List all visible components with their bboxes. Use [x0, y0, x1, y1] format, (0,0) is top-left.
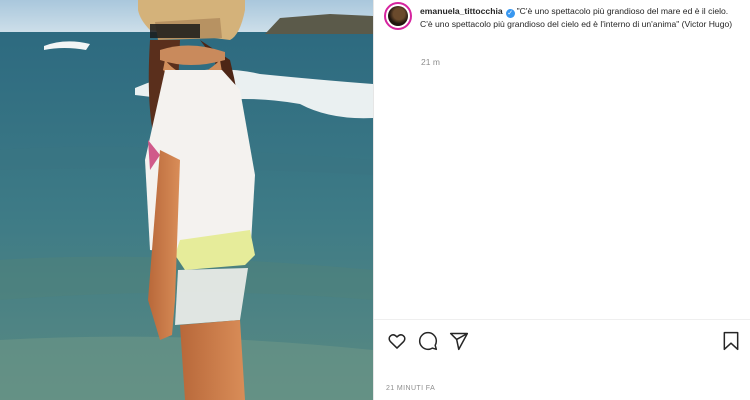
- avatar[interactable]: [384, 2, 412, 30]
- heart-icon: [388, 334, 406, 349]
- avatar-image: [388, 6, 408, 26]
- paper-plane-icon: [449, 332, 469, 351]
- comment-icon: [418, 331, 438, 351]
- like-button[interactable]: [386, 330, 408, 352]
- bookmark-icon: [723, 331, 739, 351]
- verified-badge-icon: ✓: [505, 9, 515, 18]
- beach-photo-image: [0, 0, 373, 400]
- caption-age[interactable]: 21 m: [421, 57, 440, 67]
- comment-button[interactable]: [417, 330, 439, 352]
- share-button[interactable]: [448, 330, 470, 352]
- save-button[interactable]: [720, 330, 742, 352]
- action-bar: [386, 330, 470, 352]
- post-timestamp[interactable]: 21 MINUTI FA: [386, 385, 435, 392]
- caption-row: emanuela_tittocchia ✓ "C'è uno spettacolo …: [384, 2, 740, 30]
- post-photo[interactable]: [0, 0, 373, 400]
- divider: [374, 319, 750, 320]
- caption-text: emanuela_tittocchia ✓ "C'è uno spettacolo …: [420, 5, 740, 30]
- instagram-post: emanuela_tittocchia ✓ "C'è uno spettacolo …: [0, 0, 750, 400]
- post-side-panel: emanuela_tittocchia ✓ "C'è uno spettacolo …: [373, 0, 750, 400]
- username-link[interactable]: emanuela_tittocchia: [420, 6, 503, 16]
